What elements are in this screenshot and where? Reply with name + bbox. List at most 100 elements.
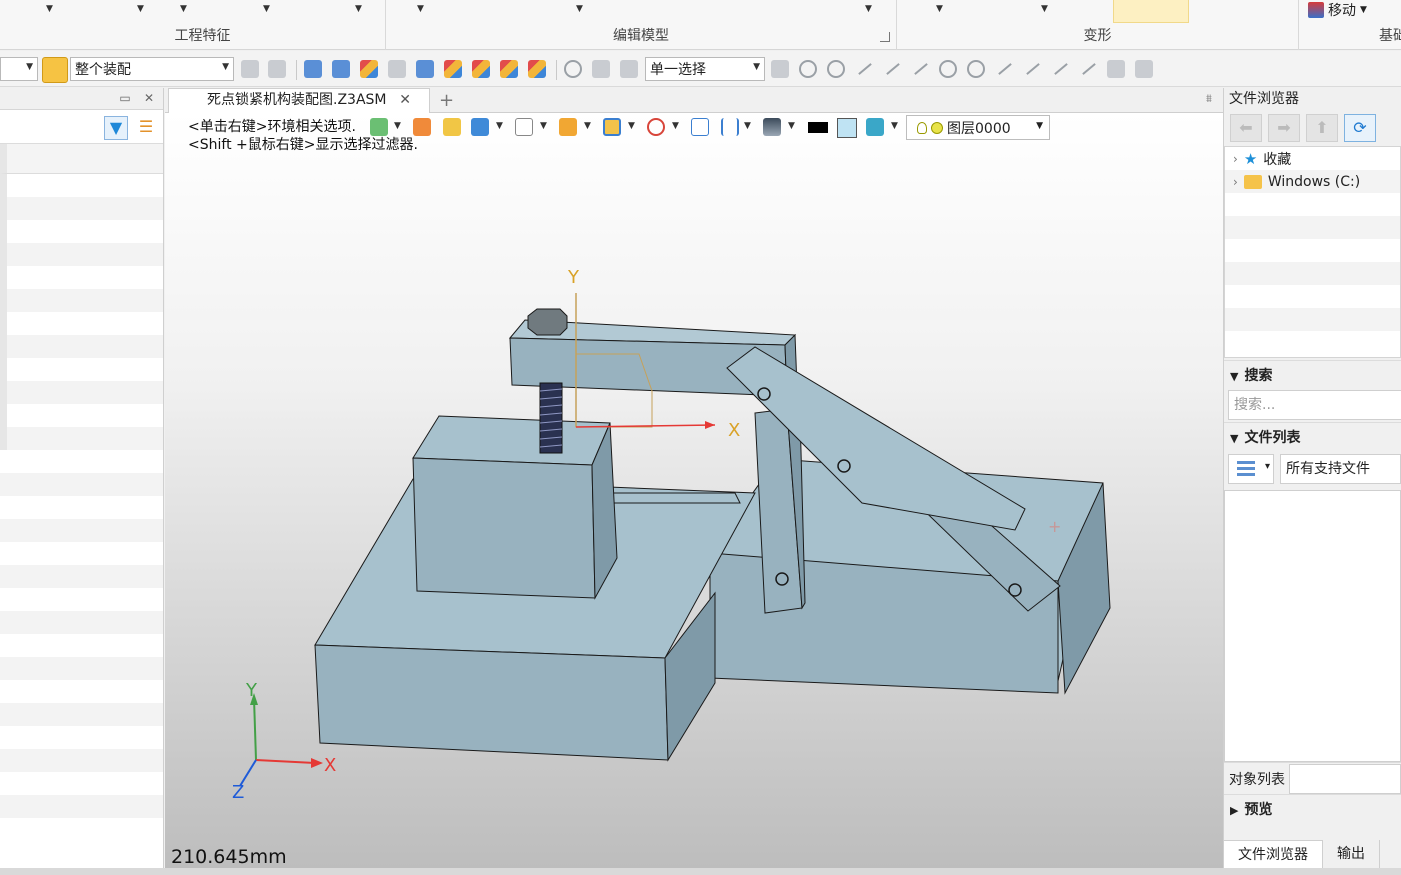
- search-input[interactable]: 搜索...: [1228, 390, 1401, 420]
- object-list-field[interactable]: [1289, 763, 1401, 794]
- chevron-down-icon[interactable]: ▼: [576, 4, 583, 14]
- list-item[interactable]: [0, 496, 163, 519]
- background-icon[interactable]: [763, 118, 781, 136]
- tab-assembly-document[interactable]: 死点锁紧机构装配图.Z3ASM ✕: [168, 88, 430, 113]
- back-icon[interactable]: ⬅: [1230, 114, 1262, 142]
- line-icon[interactable]: [1079, 60, 1097, 78]
- view-mode-icon[interactable]: [1228, 454, 1274, 484]
- paint-icon[interactable]: [370, 118, 388, 136]
- list-item[interactable]: [0, 749, 163, 772]
- list-item[interactable]: [0, 473, 163, 496]
- cursor-icon[interactable]: [416, 60, 434, 78]
- layers-icon[interactable]: [866, 118, 884, 136]
- circle-icon[interactable]: [967, 60, 985, 78]
- search-section-header[interactable]: ▼ 搜索: [1224, 360, 1401, 390]
- bracket-icon[interactable]: [592, 60, 610, 78]
- list-item[interactable]: [0, 243, 163, 266]
- points-icon[interactable]: [855, 60, 873, 78]
- list-item[interactable]: [0, 450, 163, 473]
- refresh-icon[interactable]: ⟳: [1344, 114, 1376, 142]
- dimension-icon[interactable]: [721, 118, 739, 136]
- highlighted-ribbon-button[interactable]: [1113, 0, 1189, 23]
- render-icon[interactable]: [528, 60, 546, 78]
- chevron-down-icon[interactable]: ▼: [137, 4, 144, 14]
- chevron-down-icon[interactable]: ▼: [496, 121, 503, 131]
- file-list-section-header[interactable]: ▼ 文件列表: [1224, 422, 1401, 452]
- chevron-down-icon[interactable]: ▼: [891, 121, 898, 131]
- filter-icon[interactable]: ▼: [104, 116, 128, 140]
- gear-select-icon[interactable]: [799, 60, 817, 78]
- forward-icon[interactable]: ➡: [1268, 114, 1300, 142]
- stop-icon[interactable]: [620, 60, 638, 78]
- assembly-scope-combo[interactable]: 整个装配 ▼: [70, 57, 234, 81]
- chevron-down-icon[interactable]: ▼: [417, 4, 424, 14]
- tree-item-drive-c[interactable]: › Windows (C:): [1225, 170, 1400, 193]
- color-black-swatch[interactable]: [808, 122, 828, 133]
- tab-output[interactable]: 输出: [1323, 840, 1380, 868]
- close-icon[interactable]: ✕: [142, 91, 156, 105]
- pick-tool-icon[interactable]: [268, 60, 286, 78]
- file-type-combo[interactable]: 所有支持文件: [1280, 454, 1401, 484]
- select-arrow-icon[interactable]: [771, 60, 789, 78]
- component-tool-icon[interactable]: [360, 60, 378, 78]
- dialog-launcher-icon[interactable]: [880, 32, 890, 42]
- component-tool-icon[interactable]: [388, 60, 406, 78]
- chevron-down-icon[interactable]: ▼: [355, 4, 362, 14]
- assembly-icon[interactable]: [42, 57, 68, 83]
- curve-icon[interactable]: [995, 60, 1013, 78]
- wave-icon[interactable]: [1023, 60, 1041, 78]
- table-icon[interactable]: [444, 60, 462, 78]
- list-item[interactable]: [0, 588, 163, 611]
- list-item[interactable]: [0, 335, 163, 358]
- layer-combo[interactable]: 图层0000 ▼: [906, 115, 1050, 140]
- chevron-down-icon[interactable]: ▼: [180, 4, 187, 14]
- list-item[interactable]: [0, 542, 163, 565]
- chevron-down-icon[interactable]: ▼: [744, 121, 751, 131]
- face-icon[interactable]: [1135, 60, 1153, 78]
- list-item[interactable]: [0, 611, 163, 634]
- panel-menu-icon[interactable]: ⩩: [1206, 88, 1212, 110]
- section-icon[interactable]: [603, 118, 621, 136]
- close-icon[interactable]: ✕: [399, 89, 411, 111]
- chevron-down-icon[interactable]: ▼: [628, 121, 635, 131]
- preview-section-header[interactable]: ▶ 预览: [1224, 794, 1401, 824]
- chevron-down-icon[interactable]: ▼: [540, 121, 547, 131]
- render-mode-icon[interactable]: [559, 118, 577, 136]
- list-settings-icon[interactable]: ☰: [134, 116, 158, 140]
- tab-file-browser[interactable]: 文件浏览器: [1224, 840, 1323, 868]
- list-item[interactable]: [0, 703, 163, 726]
- chevron-right-icon[interactable]: ›: [1233, 152, 1238, 166]
- line-icon[interactable]: [883, 60, 901, 78]
- chevron-down-icon[interactable]: ▼: [865, 4, 872, 14]
- list-item[interactable]: [0, 197, 163, 220]
- chevron-down-icon[interactable]: ▼: [936, 4, 943, 14]
- line-icon[interactable]: [911, 60, 929, 78]
- list-item[interactable]: [0, 174, 163, 197]
- list-item[interactable]: [0, 404, 163, 427]
- list-item[interactable]: [0, 427, 163, 450]
- chevron-down-icon[interactable]: ▼: [263, 4, 270, 14]
- component-tool-icon[interactable]: [304, 60, 322, 78]
- play-select-icon[interactable]: [827, 60, 845, 78]
- list-item[interactable]: [0, 519, 163, 542]
- clock-icon[interactable]: [564, 60, 582, 78]
- list-item[interactable]: [0, 358, 163, 381]
- list-item[interactable]: [0, 726, 163, 749]
- list-item[interactable]: [0, 381, 163, 404]
- pin-icon[interactable]: ▭: [118, 91, 132, 105]
- assembly-model[interactable]: Y X + Y X Z: [165, 113, 1223, 868]
- zoom-fit-icon[interactable]: [691, 118, 709, 136]
- list-item[interactable]: [0, 220, 163, 243]
- shaded-cube-icon[interactable]: [443, 118, 461, 136]
- chevron-down-icon[interactable]: ▼: [1041, 4, 1048, 14]
- list-item[interactable]: [0, 565, 163, 588]
- face-icon[interactable]: [1107, 60, 1125, 78]
- up-icon[interactable]: ⬆: [1306, 114, 1338, 142]
- list-item[interactable]: [0, 266, 163, 289]
- palette-icon[interactable]: [472, 60, 490, 78]
- chevron-down-icon[interactable]: ▼: [584, 121, 591, 131]
- chevron-down-icon[interactable]: ▼: [672, 121, 679, 131]
- chevron-down-icon[interactable]: ▼: [788, 121, 795, 131]
- view-cube-icon[interactable]: [471, 118, 489, 136]
- list-item[interactable]: [0, 312, 163, 335]
